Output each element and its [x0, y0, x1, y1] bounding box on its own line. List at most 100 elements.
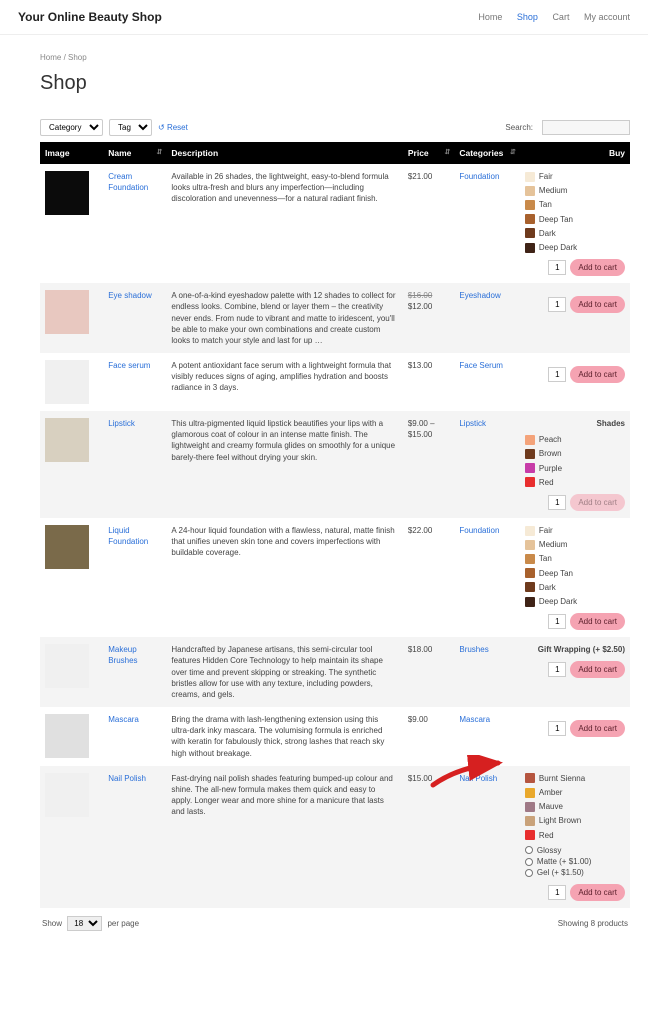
- add-to-cart-button[interactable]: Add to cart: [570, 259, 625, 276]
- product-desc: A potent antioxidant face serum with a l…: [166, 353, 402, 411]
- quantity-input[interactable]: [548, 721, 566, 736]
- swatch-option[interactable]: Amber: [525, 787, 625, 798]
- category-link[interactable]: Foundation: [459, 172, 499, 181]
- swatch-option[interactable]: Dark: [525, 582, 625, 593]
- tag-filter[interactable]: Tag: [109, 119, 152, 136]
- shades-header: Shades: [525, 418, 625, 429]
- nav-cart[interactable]: Cart: [552, 12, 569, 22]
- category-link[interactable]: Nail Polish: [459, 774, 497, 783]
- swatch-option[interactable]: Red: [525, 477, 625, 488]
- product-thumb[interactable]: [45, 360, 89, 404]
- swatch-option[interactable]: Brown: [525, 448, 625, 459]
- breadcrumb-home[interactable]: Home: [40, 53, 61, 62]
- category-link[interactable]: Eyeshadow: [459, 291, 500, 300]
- product-thumb[interactable]: [45, 290, 89, 334]
- main-nav: Home Shop Cart My account: [466, 12, 630, 22]
- category-link[interactable]: Brushes: [459, 645, 488, 654]
- swatch-label: Medium: [539, 185, 567, 196]
- category-filter[interactable]: Category: [40, 119, 103, 136]
- product-link[interactable]: Liquid Foundation: [108, 526, 148, 546]
- quantity-input[interactable]: [548, 495, 566, 510]
- category-link[interactable]: Mascara: [459, 715, 490, 724]
- product-thumb[interactable]: [45, 644, 89, 688]
- swatch-option[interactable]: Deep Tan: [525, 214, 625, 225]
- product-thumb[interactable]: [45, 714, 89, 758]
- swatch-option[interactable]: Deep Dark: [525, 596, 625, 607]
- swatch-option[interactable]: Tan: [525, 199, 625, 210]
- buy-cell: Gift Wrapping (+ $2.50) Add to cart: [520, 637, 630, 707]
- product-thumb[interactable]: [45, 525, 89, 569]
- swatch-option[interactable]: Medium: [525, 185, 625, 196]
- product-link[interactable]: Eye shadow: [108, 291, 152, 300]
- product-thumb[interactable]: [45, 418, 89, 462]
- swatch-option[interactable]: Deep Tan: [525, 568, 625, 579]
- swatch-option[interactable]: Red: [525, 830, 625, 841]
- category-link[interactable]: Face Serum: [459, 361, 503, 370]
- add-to-cart-button[interactable]: Add to cart: [570, 661, 625, 678]
- swatch-option[interactable]: Fair: [525, 525, 625, 536]
- reset-button[interactable]: Reset: [158, 123, 188, 132]
- product-link[interactable]: Makeup Brushes: [108, 645, 137, 665]
- add-to-cart-button[interactable]: Add to cart: [570, 720, 625, 737]
- product-link[interactable]: Nail Polish: [108, 774, 146, 783]
- product-desc: A one-of-a-kind eyeshadow palette with 1…: [166, 283, 402, 353]
- col-categories[interactable]: Categories: [454, 142, 520, 164]
- product-link[interactable]: Face serum: [108, 361, 150, 370]
- search-input[interactable]: [542, 120, 630, 135]
- finish-option[interactable]: Gel (+ $1.50): [525, 867, 625, 878]
- swatch-label: Peach: [539, 434, 562, 445]
- swatch-option[interactable]: Deep Dark: [525, 242, 625, 253]
- product-link[interactable]: Lipstick: [108, 419, 135, 428]
- swatch-label: Deep Tan: [539, 568, 573, 579]
- product-thumb[interactable]: [45, 171, 89, 215]
- nav-shop[interactable]: Shop: [517, 12, 538, 22]
- category-link[interactable]: Lipstick: [459, 419, 486, 428]
- add-to-cart-button[interactable]: Add to cart: [570, 613, 625, 630]
- swatch-option[interactable]: Medium: [525, 539, 625, 550]
- product-thumb[interactable]: [45, 773, 89, 817]
- swatch-option[interactable]: Purple: [525, 463, 625, 474]
- color-chip: [525, 186, 535, 196]
- finish-option[interactable]: Matte (+ $1.00): [525, 856, 625, 867]
- swatch-option[interactable]: Mauve: [525, 801, 625, 812]
- quantity-input[interactable]: [548, 614, 566, 629]
- add-to-cart-button[interactable]: Add to cart: [570, 884, 625, 901]
- swatch-label: Medium: [539, 539, 567, 550]
- swatch-label: Fair: [539, 171, 553, 182]
- swatch-option[interactable]: Peach: [525, 434, 625, 445]
- color-chip: [525, 435, 535, 445]
- swatch-option[interactable]: Tan: [525, 553, 625, 564]
- product-link[interactable]: Mascara: [108, 715, 139, 724]
- color-chip: [525, 554, 535, 564]
- nav-home[interactable]: Home: [478, 12, 502, 22]
- product-link[interactable]: Cream Foundation: [108, 172, 148, 192]
- swatch-option[interactable]: Burnt Sienna: [525, 773, 625, 784]
- finish-option[interactable]: Glossy: [525, 845, 625, 856]
- color-chip: [525, 228, 535, 238]
- swatch-option[interactable]: Light Brown: [525, 815, 625, 826]
- quantity-input[interactable]: [548, 260, 566, 275]
- swatch-option[interactable]: Dark: [525, 228, 625, 239]
- header: Your Online Beauty Shop Home Shop Cart M…: [0, 0, 648, 35]
- gift-wrap-option[interactable]: Gift Wrapping (+ $2.50): [525, 644, 625, 655]
- category-link[interactable]: Foundation: [459, 526, 499, 535]
- add-to-cart-button[interactable]: Add to cart: [570, 296, 625, 313]
- quantity-input[interactable]: [548, 885, 566, 900]
- finish-radio[interactable]: [525, 858, 533, 866]
- quantity-input[interactable]: [548, 662, 566, 677]
- swatch-option[interactable]: Fair: [525, 171, 625, 182]
- finish-radio[interactable]: [525, 869, 533, 877]
- col-price[interactable]: Price: [403, 142, 455, 164]
- col-name[interactable]: Name: [103, 142, 166, 164]
- finish-label: Glossy: [537, 845, 561, 856]
- perpage-select[interactable]: 18: [67, 916, 102, 931]
- quantity-input[interactable]: [548, 367, 566, 382]
- nav-account[interactable]: My account: [584, 12, 630, 22]
- color-chip: [525, 449, 535, 459]
- table-row: LipstickThis ultra-pigmented liquid lips…: [40, 411, 630, 518]
- table-row: Liquid FoundationA 24-hour liquid founda…: [40, 518, 630, 637]
- add-to-cart-button[interactable]: Add to cart: [570, 366, 625, 383]
- quantity-input[interactable]: [548, 297, 566, 312]
- color-chip: [525, 816, 535, 826]
- finish-radio[interactable]: [525, 846, 533, 854]
